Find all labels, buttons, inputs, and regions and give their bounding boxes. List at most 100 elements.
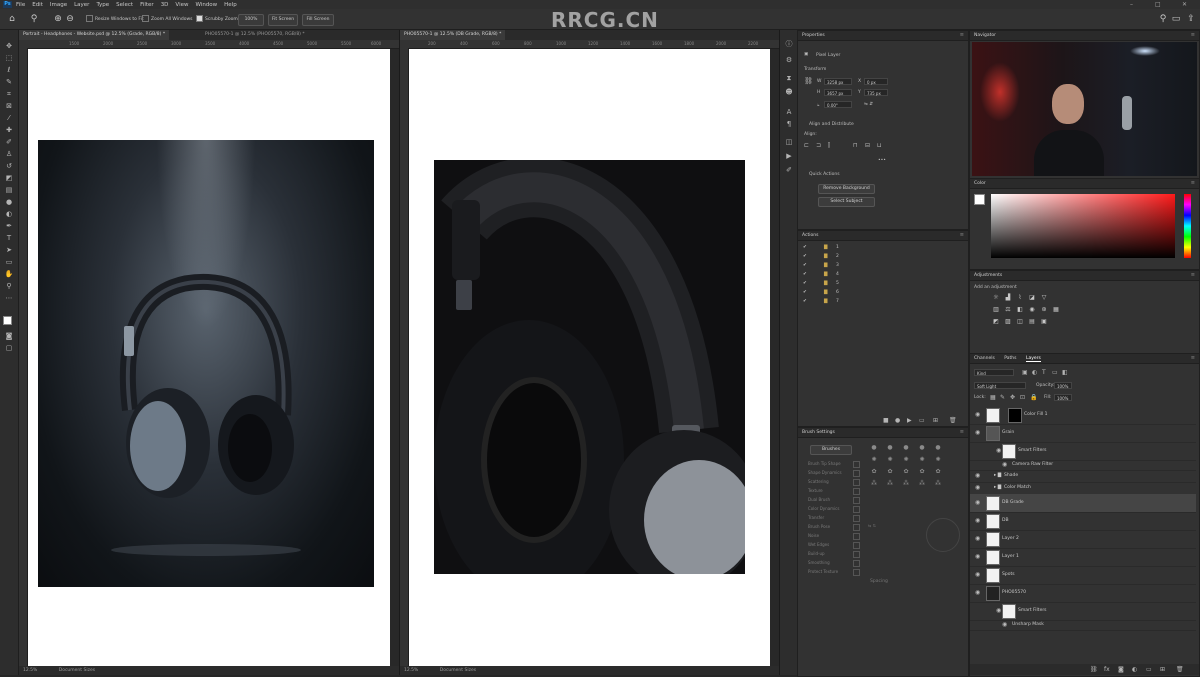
- visibility-icon[interactable]: ◉: [975, 535, 980, 542]
- brush-option-row[interactable]: Transfer: [808, 514, 860, 522]
- action-set-row[interactable]: ✔ ▇ 4: [798, 270, 966, 279]
- zoom-out-icon[interactable]: ⊖: [64, 13, 76, 25]
- zoom-in-icon[interactable]: ⊕: [52, 13, 64, 25]
- marquee-tool-icon[interactable]: ⬚: [3, 54, 15, 63]
- share-icon[interactable]: ⇪: [1185, 13, 1197, 25]
- layer-row[interactable]: ◉ Unsharp Mask: [970, 620, 1196, 631]
- clone-stamp-tool-icon[interactable]: ♙: [3, 150, 15, 159]
- person-icon[interactable]: ☻: [784, 88, 794, 97]
- action-set-row[interactable]: ✔ ▇ 5: [798, 279, 966, 288]
- navigator-preview-webcam[interactable]: [972, 42, 1197, 176]
- height-field[interactable]: 3657 px: [824, 89, 852, 96]
- paragraph-icon[interactable]: ¶: [784, 120, 794, 129]
- workspace-icon[interactable]: ▭: [1170, 13, 1182, 25]
- move-tool-icon[interactable]: ✥: [3, 42, 15, 51]
- align-top-icon[interactable]: ⊓: [853, 142, 858, 149]
- channel-mixer-icon[interactable]: ⊛: [1040, 306, 1048, 314]
- menu-layer[interactable]: Layer: [74, 2, 89, 8]
- eyedropper-tool-icon[interactable]: ⁄: [3, 114, 15, 123]
- lasso-tool-icon[interactable]: ℓ: [3, 66, 15, 75]
- layer-row[interactable]: ◉ Layer 2: [970, 530, 1196, 549]
- dodge-tool-icon[interactable]: ◐: [3, 210, 15, 219]
- doc1-status-text[interactable]: Document Sizes: [59, 668, 95, 673]
- visibility-icon[interactable]: ◉: [975, 411, 980, 418]
- layer-row[interactable]: ◉ PHO05570: [970, 584, 1196, 603]
- brush-option-row[interactable]: Brush Tip Shape: [808, 460, 860, 468]
- brush-option-row[interactable]: Scattering: [808, 478, 860, 486]
- doc2-tab-active[interactable]: PHO05570-1 @ 12.5% (DB Grade, RGB/8) *: [400, 30, 506, 40]
- hand-tool-icon[interactable]: ✋: [3, 270, 15, 279]
- new-adjustment-icon[interactable]: ◐: [1132, 666, 1137, 673]
- actions-icon[interactable]: ▶: [784, 152, 794, 161]
- align-center-icon[interactable]: ⊐: [816, 142, 821, 149]
- select-subject-button[interactable]: Select Subject: [818, 197, 875, 207]
- selective-color-icon[interactable]: ▣: [1040, 318, 1048, 326]
- quick-select-tool-icon[interactable]: ✎: [3, 78, 15, 87]
- brush-option-row[interactable]: Dual Brush: [808, 496, 860, 504]
- menu-edit[interactable]: Edit: [32, 2, 43, 8]
- x-field[interactable]: 0 px: [864, 78, 888, 85]
- zoom-tool-icon[interactable]: ⚲: [28, 13, 40, 25]
- healing-brush-tool-icon[interactable]: ✚: [3, 126, 15, 135]
- action-set-row[interactable]: ✔ ▇ 7: [798, 297, 966, 306]
- lock-pixels-icon[interactable]: ✎: [1000, 394, 1005, 401]
- brush-tip-icon[interactable]: ✺: [916, 456, 928, 464]
- fx-icon[interactable]: fx: [1104, 666, 1110, 673]
- visibility-icon[interactable]: ◉: [975, 484, 980, 491]
- tab-layers[interactable]: Layers: [1025, 356, 1041, 362]
- gradient-map-icon[interactable]: ▤: [1028, 318, 1036, 326]
- menu-3d[interactable]: 3D: [161, 2, 169, 8]
- doc2-status-text[interactable]: Document Sizes: [440, 668, 476, 673]
- filter-adjustment-icon[interactable]: ◐: [1032, 369, 1037, 376]
- align-right-icon[interactable]: ⫿: [828, 142, 830, 149]
- brush-option-row[interactable]: Wet Edges: [808, 541, 860, 549]
- invert-icon[interactable]: ◩: [992, 318, 1000, 326]
- crop-tool-icon[interactable]: ⌗: [3, 90, 15, 99]
- flip-icons[interactable]: ⇋ ⇵: [864, 102, 873, 107]
- brush-tip-icon[interactable]: ✿: [868, 468, 880, 476]
- action-set-row[interactable]: ✔ ▇ 3: [798, 261, 966, 270]
- foreground-color-swatch[interactable]: [3, 316, 12, 325]
- posterize-icon[interactable]: ▨: [1004, 318, 1012, 326]
- record-icon[interactable]: ●: [895, 417, 900, 424]
- scrubby-zoom-checkbox[interactable]: Scrubby Zoom: [196, 15, 238, 22]
- visibility-icon[interactable]: ◉: [996, 447, 1001, 454]
- visibility-icon[interactable]: ◉: [975, 553, 980, 560]
- filter-shape-icon[interactable]: ▭: [1052, 369, 1058, 376]
- brush-tip-icon[interactable]: ●: [932, 444, 944, 452]
- brush-option-row[interactable]: Color Dynamics: [808, 505, 860, 513]
- doc2-canvas[interactable]: [409, 49, 770, 666]
- history-brush-tool-icon[interactable]: ↺: [3, 162, 15, 171]
- zoom-all-windows-checkbox[interactable]: Zoom All Windows: [142, 15, 193, 22]
- panel-menu-icon[interactable]: ≡: [1191, 31, 1195, 40]
- libraries-icon[interactable]: ◫: [784, 138, 794, 147]
- panel-menu-icon[interactable]: ≡: [1191, 179, 1195, 188]
- panel-menu-icon[interactable]: ≡: [1191, 271, 1195, 280]
- color-fg-swatch[interactable]: [974, 194, 985, 205]
- layer-row[interactable]: ◉ Grain: [970, 424, 1196, 443]
- opacity-field[interactable]: 100%: [1054, 382, 1072, 389]
- brush-tip-grid[interactable]: ● ● ● ● ● ✺ ✺ ✺ ✺ ✺ ✿ ✿ ✿ ✿ ✿ ⁂ ⁂ ⁂ ⁂ ⁂: [866, 442, 962, 514]
- tab-channels[interactable]: Channels: [974, 356, 995, 361]
- menu-filter[interactable]: Filter: [140, 2, 154, 8]
- brush-option-row[interactable]: Protect Texture: [808, 568, 860, 576]
- visibility-icon[interactable]: ◉: [975, 472, 980, 479]
- photoshop-app-icon[interactable]: Ps: [3, 1, 12, 8]
- delete-layer-icon[interactable]: 🗑: [1176, 666, 1184, 673]
- play-icon[interactable]: ▶: [907, 417, 912, 424]
- color-lookup-icon[interactable]: ▦: [1052, 306, 1060, 314]
- brush-tip-icon[interactable]: ✿: [900, 468, 912, 476]
- path-select-tool-icon[interactable]: ➤: [3, 246, 15, 255]
- exposure-icon[interactable]: ◪: [1028, 294, 1036, 302]
- brush-tip-icon[interactable]: ⁂: [900, 480, 912, 488]
- panel-menu-icon[interactable]: ≡: [960, 231, 964, 240]
- brush-tip-icon[interactable]: ●: [900, 444, 912, 452]
- new-action-icon[interactable]: ⊞: [933, 417, 938, 424]
- width-field[interactable]: 3258 px: [824, 78, 852, 85]
- visibility-icon[interactable]: ◉: [1002, 621, 1007, 628]
- lock-position-icon[interactable]: ✥: [1010, 394, 1015, 401]
- menu-type[interactable]: Type: [96, 2, 109, 8]
- brush-tip-icon[interactable]: ✺: [868, 456, 880, 464]
- brush-angle-preview[interactable]: [926, 518, 960, 552]
- menu-select[interactable]: Select: [116, 2, 133, 8]
